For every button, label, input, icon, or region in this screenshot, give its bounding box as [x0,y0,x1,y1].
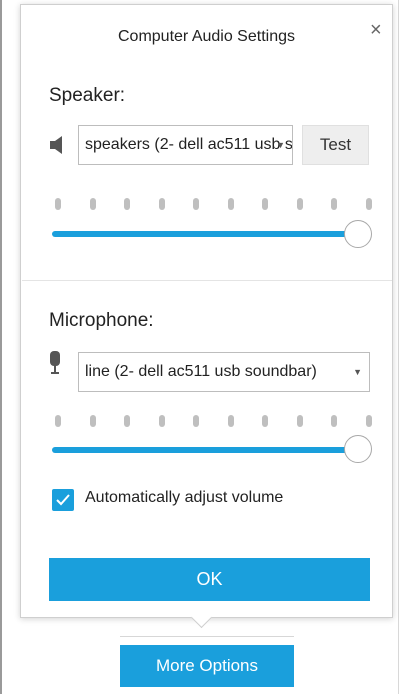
audio-settings-popup: Computer Audio Settings × Speaker: speak… [20,4,393,618]
microphone-label: Microphone: [49,310,154,331]
volume-tick [55,198,61,210]
volume-tick [89,198,96,210]
window-left-border [0,0,2,694]
volume-tick [55,415,61,427]
section-divider [22,280,392,281]
speaker-select[interactable]: speakers (2- dell ac511 usb soundbar) ▼ [78,125,293,165]
speaker-select-value: speakers (2- dell ac511 usb soundbar) [85,136,293,153]
chevron-down-icon: ▼ [276,140,285,150]
speaker-volume-ticks [55,198,372,210]
volume-tick [124,198,130,210]
speaker-volume-slider-track[interactable] [52,231,358,237]
volume-tick [296,415,303,427]
popup-title: Computer Audio Settings [118,28,295,45]
volume-tick [331,415,337,427]
volume-tick [262,415,268,427]
ok-button[interactable]: OK [49,558,370,601]
chevron-down-icon: ▼ [353,367,362,377]
auto-adjust-label: Automatically adjust volume [85,489,284,506]
volume-tick [296,198,303,210]
volume-tick [124,415,130,427]
microphone-select[interactable]: line (2- dell ac511 usb soundbar) ▼ [78,352,370,392]
microphone-select-value: line (2- dell ac511 usb soundbar) [85,363,317,380]
volume-tick [158,415,165,427]
speaker-volume-slider-knob[interactable] [344,220,372,248]
speaker-icon [50,136,62,154]
volume-tick [89,415,96,427]
volume-tick [331,198,337,210]
volume-tick [227,415,234,427]
volume-tick [193,198,199,210]
microphone-volume-slider-knob[interactable] [344,435,372,463]
auto-adjust-checkbox[interactable] [52,489,74,511]
microphone-icon [50,351,60,374]
more-options-divider [120,636,294,637]
volume-tick [193,415,199,427]
volume-tick [227,198,234,210]
volume-tick [365,415,372,427]
microphone-volume-ticks [55,415,372,427]
test-speaker-button[interactable]: Test [302,125,369,165]
volume-tick [158,198,165,210]
volume-tick [262,198,268,210]
volume-tick [365,198,372,210]
microphone-volume-slider-track[interactable] [52,447,358,453]
checkmark-icon [56,494,70,506]
more-options-button[interactable]: More Options [120,645,294,687]
speaker-label: Speaker: [49,85,126,106]
close-icon[interactable]: × [370,19,382,42]
